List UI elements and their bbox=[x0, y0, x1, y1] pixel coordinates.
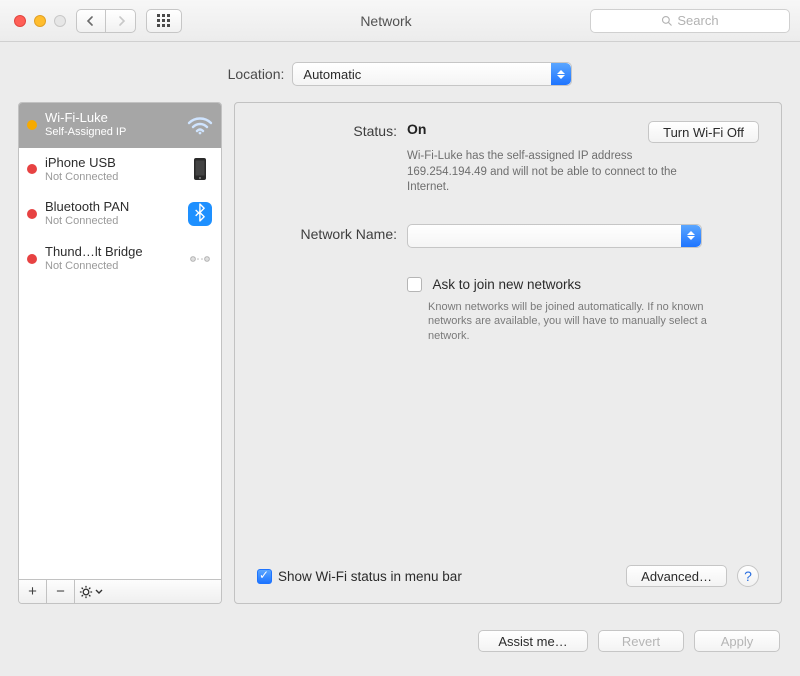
revert-button[interactable]: Revert bbox=[598, 630, 684, 652]
minus-icon: − bbox=[56, 583, 65, 600]
service-text: Bluetooth PAN Not Connected bbox=[45, 200, 179, 228]
show-status-checkbox[interactable] bbox=[257, 569, 272, 584]
status-dot-icon bbox=[27, 120, 37, 130]
network-name-label: Network Name: bbox=[257, 224, 397, 345]
detail-pane: Status: On Turn Wi-Fi Off Wi-Fi-Luke has… bbox=[234, 102, 782, 604]
help-button[interactable]: ? bbox=[737, 565, 759, 587]
nav-back-forward bbox=[76, 9, 136, 33]
assist-me-button[interactable]: Assist me… bbox=[478, 630, 588, 652]
service-name: Thund…lt Bridge bbox=[45, 245, 179, 260]
service-item-bluetooth-pan[interactable]: Bluetooth PAN Not Connected bbox=[19, 192, 221, 237]
network-name-row: Network Name: Ask to join new networks K… bbox=[257, 224, 759, 345]
location-row: Location: Automatic bbox=[0, 42, 800, 102]
main-area: Wi-Fi-Luke Self-Assigned IP iPhone USB N… bbox=[0, 102, 800, 622]
forward-button[interactable] bbox=[106, 9, 136, 33]
window-title: Network bbox=[192, 13, 580, 29]
status-dot-icon bbox=[27, 164, 37, 174]
show-status-label: Show Wi-Fi status in menu bar bbox=[278, 569, 462, 584]
advanced-button[interactable]: Advanced… bbox=[626, 565, 727, 587]
status-description: Wi-Fi-Luke has the self-assigned IP addr… bbox=[407, 149, 707, 196]
bluetooth-icon bbox=[187, 201, 213, 227]
ask-join-label: Ask to join new networks bbox=[432, 277, 581, 292]
grid-icon bbox=[157, 14, 171, 28]
window-controls bbox=[14, 15, 66, 27]
location-value: Automatic bbox=[303, 67, 361, 82]
service-item-iphone-usb[interactable]: iPhone USB Not Connected bbox=[19, 148, 221, 193]
service-sidebar: Wi-Fi-Luke Self-Assigned IP iPhone USB N… bbox=[18, 102, 222, 604]
titlebar: Network Search bbox=[0, 0, 800, 42]
back-button[interactable] bbox=[76, 9, 106, 33]
status-value: On bbox=[407, 121, 426, 137]
status-dot-icon bbox=[27, 209, 37, 219]
service-sub: Self-Assigned IP bbox=[45, 126, 179, 139]
zoom-window-button[interactable] bbox=[54, 15, 66, 27]
sidebar-footer: + − bbox=[19, 579, 221, 603]
window-footer: Assist me… Revert Apply bbox=[0, 622, 800, 652]
service-sub: Not Connected bbox=[45, 260, 179, 273]
location-popup[interactable]: Automatic bbox=[292, 62, 572, 86]
service-item-thunderbolt-bridge[interactable]: Thund…lt Bridge Not Connected bbox=[19, 237, 221, 282]
wifi-icon bbox=[187, 112, 213, 138]
detail-footer: Show Wi-Fi status in menu bar Advanced… … bbox=[257, 565, 759, 587]
close-window-button[interactable] bbox=[14, 15, 26, 27]
gear-icon bbox=[79, 585, 93, 599]
stepper-caps-icon bbox=[551, 63, 571, 85]
service-sub: Not Connected bbox=[45, 215, 179, 228]
chevron-down-icon bbox=[95, 589, 103, 595]
service-item-wifi[interactable]: Wi-Fi-Luke Self-Assigned IP bbox=[19, 103, 221, 148]
stepper-caps-icon bbox=[681, 225, 701, 247]
search-field[interactable]: Search bbox=[590, 9, 790, 33]
service-name: Wi-Fi-Luke bbox=[45, 111, 179, 126]
search-placeholder: Search bbox=[677, 13, 718, 28]
service-action-menu[interactable] bbox=[75, 580, 221, 603]
apply-button[interactable]: Apply bbox=[694, 630, 780, 652]
remove-service-button[interactable]: − bbox=[47, 580, 75, 603]
chevron-right-icon bbox=[116, 16, 126, 26]
search-icon bbox=[661, 15, 673, 27]
service-name: Bluetooth PAN bbox=[45, 200, 179, 215]
minimize-window-button[interactable] bbox=[34, 15, 46, 27]
service-text: Thund…lt Bridge Not Connected bbox=[45, 245, 179, 273]
ask-join-checkbox[interactable] bbox=[407, 277, 422, 292]
show-all-prefs-button[interactable] bbox=[146, 9, 182, 33]
plus-icon: + bbox=[28, 583, 37, 600]
chevron-left-icon bbox=[86, 16, 96, 26]
ask-join-description: Known networks will be joined automatica… bbox=[428, 300, 708, 345]
service-text: iPhone USB Not Connected bbox=[45, 156, 179, 184]
service-list: Wi-Fi-Luke Self-Assigned IP iPhone USB N… bbox=[19, 103, 221, 579]
ask-join-row: Ask to join new networks Known networks … bbox=[407, 276, 759, 345]
location-label: Location: bbox=[228, 66, 285, 82]
service-text: Wi-Fi-Luke Self-Assigned IP bbox=[45, 111, 179, 139]
status-row: Status: On Turn Wi-Fi Off Wi-Fi-Luke has… bbox=[257, 121, 759, 196]
service-sub: Not Connected bbox=[45, 171, 179, 184]
status-dot-icon bbox=[27, 254, 37, 264]
question-icon: ? bbox=[744, 568, 752, 584]
network-name-popup[interactable] bbox=[407, 224, 702, 248]
thunderbolt-icon bbox=[187, 246, 213, 272]
status-label: Status: bbox=[257, 121, 397, 196]
add-service-button[interactable]: + bbox=[19, 580, 47, 603]
iphone-icon bbox=[187, 156, 213, 182]
toggle-wifi-button[interactable]: Turn Wi-Fi Off bbox=[648, 121, 759, 143]
service-name: iPhone USB bbox=[45, 156, 179, 171]
